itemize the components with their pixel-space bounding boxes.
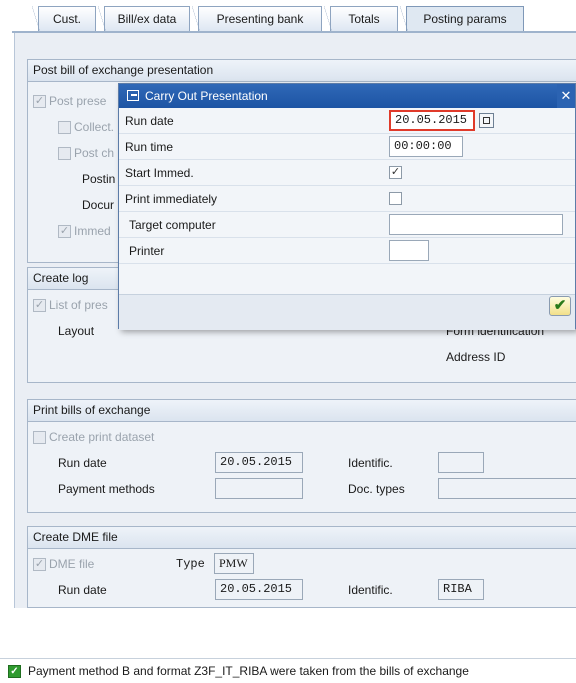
doc-types-label: Doc. types bbox=[348, 482, 405, 496]
payment-methods-field[interactable] bbox=[215, 478, 303, 499]
dialog-run-date-field[interactable]: 20.05.2015 bbox=[389, 110, 475, 131]
tab-totals[interactable]: Totals bbox=[324, 6, 398, 32]
dme-type-field[interactable]: PMW bbox=[214, 553, 254, 574]
dialog-title: Carry Out Presentation bbox=[145, 89, 268, 103]
list-of-pres-checkbox[interactable]: ✓ bbox=[33, 299, 46, 312]
payment-methods-label: Payment methods bbox=[58, 482, 155, 496]
dialog-run-date-label: Run date bbox=[125, 114, 174, 128]
dme-run-date-label: Run date bbox=[58, 583, 107, 597]
window-icon bbox=[127, 90, 139, 101]
print-immediately-checkbox[interactable] bbox=[389, 192, 402, 205]
print-bills-group-title: Print bills of exchange bbox=[28, 400, 576, 422]
dme-file-checkbox[interactable]: ✓ bbox=[33, 558, 46, 571]
print-run-date-label: Run date bbox=[58, 456, 107, 470]
create-print-dataset-checkbox[interactable] bbox=[33, 431, 46, 444]
tab-cust[interactable]: Cust. bbox=[32, 6, 96, 32]
dme-run-date-field[interactable]: 20.05.2015 bbox=[215, 579, 303, 600]
print-identific-label: Identific. bbox=[348, 456, 393, 470]
dme-identific-label: Identific. bbox=[348, 583, 393, 597]
status-message[interactable]: Payment method B and format Z3F_IT_RIBA … bbox=[28, 664, 469, 678]
status-bar: ✓ Payment method B and format Z3F_IT_RIB… bbox=[0, 658, 576, 683]
post-ch-label: Post ch bbox=[74, 146, 115, 160]
target-computer-field[interactable] bbox=[389, 214, 563, 235]
dme-type-label: Type bbox=[176, 557, 205, 571]
post-presentation-label: Post prese bbox=[49, 94, 107, 108]
printer-field[interactable] bbox=[389, 240, 429, 261]
tab-posting-params[interactable]: Posting params bbox=[400, 6, 524, 32]
start-immed-row: Start Immed. ✓ bbox=[119, 160, 575, 186]
dialog-footer bbox=[119, 294, 575, 330]
target-computer-label: Target computer bbox=[129, 218, 216, 232]
tab-bill-ex-data[interactable]: Bill/ex data bbox=[98, 6, 190, 32]
immed-label: Immed bbox=[74, 224, 111, 238]
target-computer-row: Target computer bbox=[119, 212, 575, 238]
immed-checkbox[interactable]: ✓ bbox=[58, 225, 71, 238]
print-bills-group: Print bills of exchange Create print dat… bbox=[27, 399, 576, 513]
dialog-run-time-field[interactable]: 00:00:00 bbox=[389, 136, 463, 157]
start-immed-checkbox[interactable]: ✓ bbox=[389, 166, 402, 179]
success-icon: ✓ bbox=[8, 665, 21, 678]
start-immed-label: Start Immed. bbox=[125, 166, 194, 180]
calendar-icon[interactable] bbox=[479, 113, 494, 128]
posting-label: Postin bbox=[82, 172, 116, 186]
create-print-dataset-label: Create print dataset bbox=[49, 430, 155, 444]
tab-presenting-bank[interactable]: Presenting bank bbox=[192, 6, 322, 32]
run-date-row: Run date 20.05.2015 bbox=[119, 108, 575, 134]
collect-checkbox[interactable] bbox=[58, 121, 71, 134]
tab-strip: Cust. Bill/ex data Presenting bank Total… bbox=[0, 0, 576, 33]
create-dme-group: Create DME file ✓ DME file Type PMW Run … bbox=[27, 526, 576, 608]
print-immediately-row: Print immediately bbox=[119, 186, 575, 212]
print-run-date-field[interactable]: 20.05.2015 bbox=[215, 452, 303, 473]
dialog-title-bar[interactable]: Carry Out Presentation bbox=[119, 84, 575, 108]
carry-out-presentation-dialog: Carry Out Presentation ✕ Run date 20.05.… bbox=[118, 83, 576, 330]
document-label: Docur bbox=[82, 198, 115, 212]
post-presentation-checkbox[interactable]: ✓ bbox=[33, 95, 46, 108]
layout-label: Layout bbox=[58, 324, 95, 338]
dialog-run-time-label: Run time bbox=[125, 140, 174, 154]
printer-label: Printer bbox=[129, 244, 165, 258]
dialog-body: Run date 20.05.2015 Run time 00:00:00 St… bbox=[119, 108, 575, 330]
continue-button[interactable]: ✔ bbox=[549, 296, 571, 316]
collect-label: Collect. bbox=[74, 120, 115, 134]
printer-row: Printer bbox=[119, 238, 575, 264]
dme-identific-field[interactable]: RIBA bbox=[438, 579, 484, 600]
dme-file-label: DME file bbox=[49, 557, 95, 571]
doc-types-field[interactable] bbox=[438, 478, 576, 499]
address-id-label: Address ID bbox=[446, 350, 506, 364]
create-dme-group-title: Create DME file bbox=[28, 527, 576, 549]
post-presentation-group-title: Post bill of exchange presentation bbox=[28, 60, 576, 82]
run-time-row: Run time 00:00:00 bbox=[119, 134, 575, 160]
print-identific-field[interactable] bbox=[438, 452, 484, 473]
close-icon[interactable]: ✕ bbox=[557, 84, 575, 108]
list-of-pres-label: List of pres bbox=[49, 298, 108, 312]
print-immediately-label: Print immediately bbox=[125, 192, 218, 206]
post-ch-checkbox[interactable] bbox=[58, 147, 71, 160]
checkmark-icon: ✔ bbox=[553, 297, 567, 314]
